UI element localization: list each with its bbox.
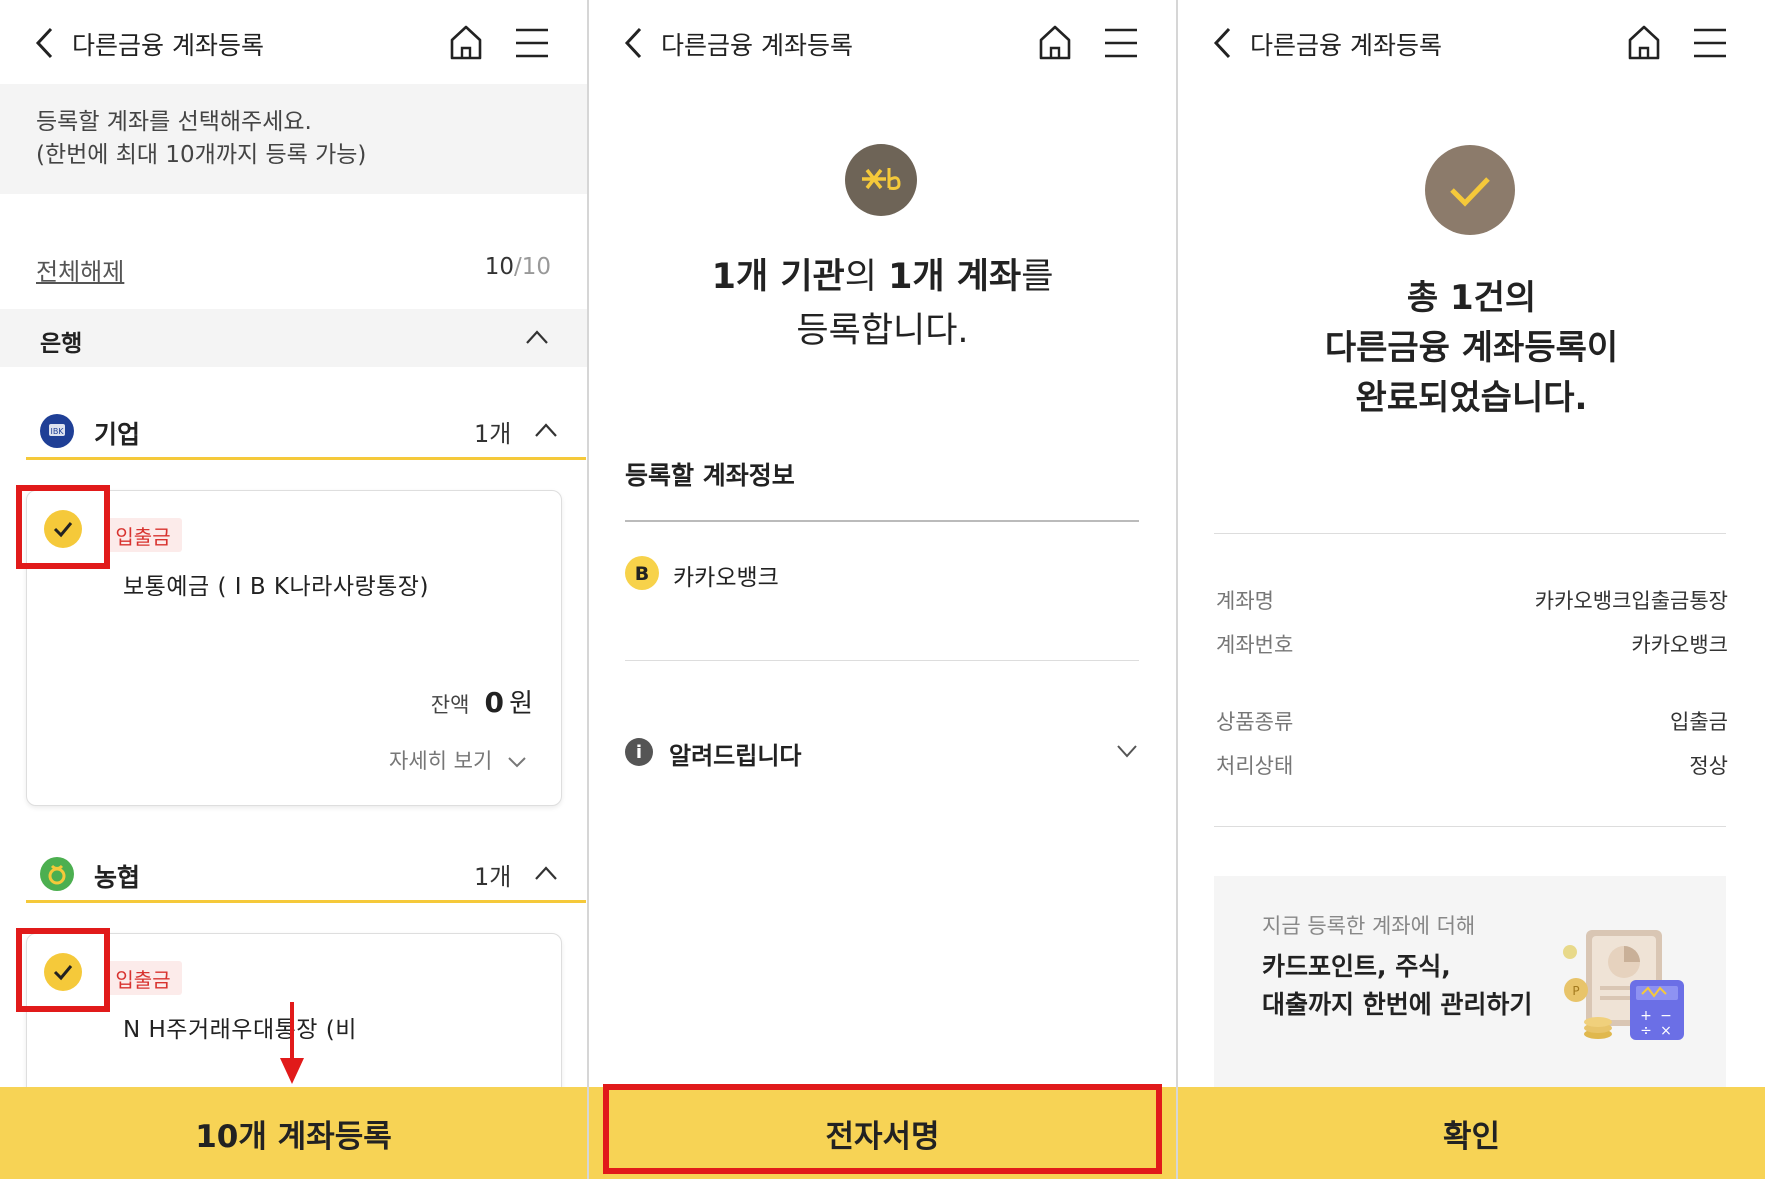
svg-text:÷: ÷ (1640, 1023, 1652, 1039)
info-icon: i (625, 738, 653, 766)
page-title: 다른금융 계좌등록 (72, 31, 264, 60)
chevron-up-icon (535, 866, 557, 880)
account-select-screen: 다른금융 계좌등록 등록할 계좌를 선택해주세요. (한번에 최대 10개까지 … (0, 0, 587, 1179)
promo-line1: 카드포인트, 주식, (1262, 952, 1451, 981)
chevron-down-icon[interactable] (1116, 744, 1138, 758)
balance: 잔액 0 원 (431, 683, 533, 720)
balance-value: 0 (484, 686, 504, 719)
menu-icon[interactable] (512, 26, 552, 60)
ibk-logo: IBK (40, 414, 74, 448)
category-label: 은행 (40, 331, 83, 357)
finance-illustration-icon: + − ÷ × P (1563, 930, 1684, 1040)
detail-key: 처리상태 (1216, 754, 1294, 778)
section-title: 등록할 계좌정보 (625, 461, 795, 490)
detail-key: 계좌명 (1216, 589, 1274, 613)
complete-message-line1: 총 1건의 (1406, 278, 1537, 318)
divider (625, 660, 1139, 661)
svg-text:+: + (1640, 1008, 1652, 1024)
balance-label: 잔액 (430, 693, 470, 717)
home-icon[interactable] (446, 22, 486, 62)
detail-value: 카카오뱅크 (1631, 633, 1728, 657)
msg-particle: 의 (844, 257, 889, 297)
promo-subtitle: 지금 등록한 계좌에 더해 (1262, 914, 1476, 938)
complete-check-icon (1425, 145, 1515, 235)
detail-link[interactable]: 자세히 보기 (389, 745, 527, 775)
complete-screen: 다른금융 계좌등록 총 1건의 다른금융 계좌등록이 완료되었습니다. 계좌명 … (1178, 0, 1765, 1179)
bank-name: 기업 (94, 420, 141, 449)
home-icon[interactable] (1624, 22, 1664, 62)
header: 다른금융 계좌등록 (0, 0, 587, 84)
confirm-message-line1: 1개 기관의 1개 계좌를 (589, 248, 1176, 299)
menu-icon[interactable] (1690, 26, 1730, 60)
chevron-up-icon (535, 423, 557, 437)
bank-group-ibk[interactable]: IBK 기업 1개 (26, 402, 586, 460)
institution-count: 1개 기관 (711, 257, 845, 297)
detail-link-label: 자세히 보기 (389, 749, 493, 773)
detail-value: 카카오뱅크입출금통장 (1534, 589, 1728, 613)
balance-unit: 원 (509, 689, 533, 719)
msg-particle: 를 (1021, 257, 1054, 297)
header: 다른금융 계좌등록 (1178, 0, 1765, 84)
account-count: 1개 계좌 (888, 257, 1022, 297)
detail-value: 입출금 (1670, 710, 1728, 734)
highlight-box (16, 485, 110, 569)
highlight-box (16, 928, 110, 1012)
bank-name: 카카오뱅크 (673, 565, 779, 591)
divider (625, 520, 1139, 522)
promo-title: 카드포인트, 주식, 대출까지 한번에 관리하기 (1262, 948, 1532, 1024)
guide-line1: 등록할 계좌를 선택해주세요. (36, 109, 312, 135)
account-type-badge: 입출금 (104, 961, 182, 995)
svg-text:B: B (635, 563, 649, 585)
bank-account-count: 1개 (474, 863, 512, 891)
category-bank-toggle[interactable]: 은행 (0, 309, 587, 367)
menu-icon[interactable] (1101, 26, 1141, 60)
back-icon[interactable] (623, 26, 645, 60)
svg-text:×: × (1660, 1023, 1672, 1039)
nh-logo (40, 857, 74, 891)
account-type-badge: 입출금 (104, 518, 182, 552)
complete-message-line3: 완료되었습니다. (1355, 378, 1588, 418)
confirm-button[interactable]: 확인 (1178, 1087, 1765, 1179)
account-name: N H주거래우대통장 (비 (123, 1017, 357, 1043)
arrow-down-icon (280, 1002, 304, 1084)
detail-key: 상품종류 (1216, 710, 1294, 734)
home-icon[interactable] (1035, 22, 1075, 62)
svg-text:−: − (1660, 1008, 1672, 1024)
divider (1214, 826, 1726, 827)
chevron-down-icon (508, 757, 526, 768)
back-icon[interactable] (1212, 26, 1234, 60)
complete-message-line2: 다른금융 계좌등록이 (1324, 328, 1619, 368)
max-count: /10 (513, 254, 551, 280)
divider (1214, 533, 1726, 534)
selected-count-value: 10 (484, 254, 514, 280)
svg-text:IBK: IBK (50, 427, 64, 436)
account-name: 보통예금 ( I B K나라사랑통장) (123, 574, 429, 600)
detail-key: 계좌번호 (1216, 633, 1294, 657)
header: 다른금융 계좌등록 (589, 0, 1176, 84)
notice-title[interactable]: 알려드립니다 (669, 736, 801, 771)
bank-group-nh[interactable]: 농협 1개 (26, 845, 586, 903)
bank-account-count: 1개 (474, 420, 512, 448)
back-icon[interactable] (34, 26, 56, 60)
chevron-up-icon (526, 330, 548, 344)
page-title: 다른금융 계좌등록 (661, 31, 853, 60)
promo-banner[interactable]: 지금 등록한 계좌에 더해 카드포인트, 주식, 대출까지 한번에 관리하기 +… (1214, 876, 1726, 1087)
selected-count: 10/10 (485, 254, 551, 280)
register-accounts-button[interactable]: 10개 계좌등록 (0, 1087, 587, 1179)
kb-logo (845, 144, 917, 216)
bank-name: 농협 (94, 863, 141, 892)
guide-line2: (한번에 최대 10개까지 등록 가능) (36, 142, 367, 168)
confirm-screen: 다른금융 계좌등록 1개 기관의 1개 계좌를 등록합니다. 등록할 계좌정보 … (589, 0, 1176, 1179)
page-title: 다른금융 계좌등록 (1250, 31, 1442, 60)
highlight-box (603, 1084, 1162, 1174)
clear-all-link[interactable]: 전체해제 (36, 252, 124, 287)
kakaobank-logo: B (625, 556, 659, 590)
confirm-message-line2: 등록합니다. (796, 311, 969, 351)
guide-box: 등록할 계좌를 선택해주세요. (한번에 최대 10개까지 등록 가능) (0, 84, 587, 194)
svg-text:P: P (1572, 984, 1579, 998)
promo-line2: 대출까지 한번에 관리하기 (1262, 990, 1533, 1019)
detail-value: 정상 (1689, 754, 1728, 778)
